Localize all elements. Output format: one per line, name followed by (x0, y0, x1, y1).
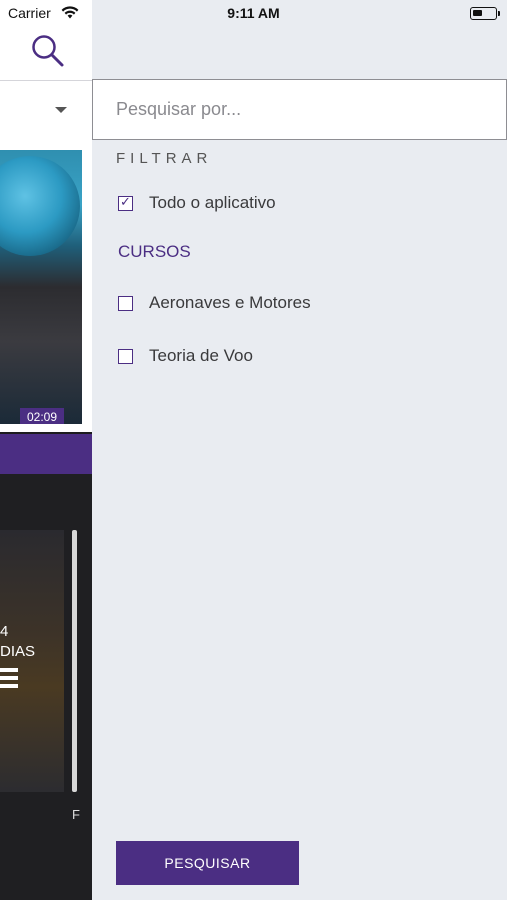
course-option-teoria[interactable]: Teoria de Voo (118, 344, 253, 368)
search-input[interactable] (92, 79, 507, 140)
course-label: Aeronaves e Motores (149, 293, 311, 312)
status-bar: Carrier 9:11 AM (0, 0, 507, 26)
video-duration-badge: 02:09 (20, 408, 65, 424)
background-dark-section: 4 DIAS F (0, 474, 92, 900)
search-panel: FILTRAR Todo o aplicativo CURSOS Aeronav… (92, 0, 507, 900)
courses-section-title: CURSOS (118, 242, 191, 261)
scrollbar[interactable] (72, 530, 77, 792)
globe-image (0, 156, 80, 256)
background-purple-bar (0, 434, 92, 474)
partial-text: F (72, 807, 80, 822)
thumbnail-text: 4 DIAS (0, 623, 36, 660)
course-thumbnail[interactable]: 4 DIAS (0, 530, 64, 792)
course-option-aeronaves[interactable]: Aeronaves e Motores (118, 291, 311, 315)
battery-icon (470, 7, 500, 20)
video-thumbnail: 02:09 (0, 150, 82, 424)
clock: 9:11 AM (227, 5, 280, 21)
search-submit-button[interactable]: PESQUISAR (116, 841, 299, 885)
background-app: 02:09 4 DIAS F (0, 0, 92, 900)
menu-bars-graphic (0, 668, 18, 690)
course-label: Teoria de Voo (149, 346, 253, 365)
background-dropdown[interactable] (0, 80, 92, 140)
caret-down-icon (55, 107, 67, 113)
filter-title: FILTRAR (116, 150, 213, 167)
checkbox-icon[interactable] (118, 348, 133, 364)
checkbox-icon[interactable] (118, 295, 133, 311)
option-label: Todo o aplicativo (149, 193, 276, 212)
video-card[interactable]: 02:09 (0, 140, 92, 432)
search-icon[interactable] (31, 34, 65, 73)
option-whole-app[interactable]: Todo o aplicativo (118, 191, 276, 215)
checkbox-checked-icon[interactable] (118, 194, 133, 211)
